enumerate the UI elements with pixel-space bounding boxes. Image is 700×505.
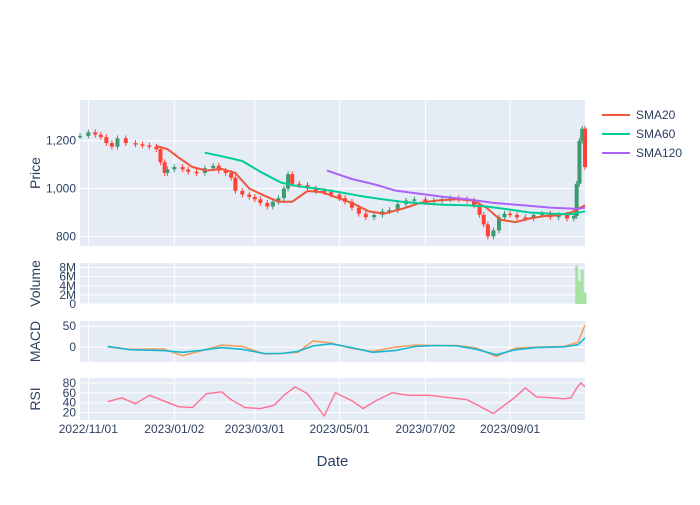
price-ytick-label: 1,000 [46, 182, 76, 196]
candle-body [180, 167, 185, 170]
legend-label: SMA60 [636, 127, 676, 141]
candle-body [233, 177, 238, 191]
candle-body [240, 190, 245, 195]
volume-panel-background [80, 263, 585, 304]
volume-bar [575, 265, 579, 304]
candle-body [252, 196, 257, 200]
candle-body [491, 230, 496, 237]
x-axis-title: Date [317, 453, 349, 470]
candle-body [93, 132, 98, 135]
candle-body [372, 214, 377, 218]
legend-label: SMA120 [636, 146, 682, 160]
candle-body [356, 207, 361, 214]
volume-bar [580, 269, 584, 304]
x-tick-label: 2023/03/01 [225, 422, 285, 436]
candle-body [109, 143, 114, 147]
candle-body [98, 134, 103, 138]
candle-body [194, 171, 199, 174]
candle-body [86, 132, 91, 136]
price-axis-title: Price [27, 157, 43, 189]
candle-body [115, 138, 120, 147]
candle-body [412, 199, 417, 201]
macd-panel-background [80, 321, 585, 362]
candle-body [363, 213, 368, 218]
candle-body [515, 214, 520, 218]
candle-body [123, 138, 128, 144]
x-tick-label: 2023/05/01 [309, 422, 369, 436]
candle-body [281, 188, 286, 199]
candle-body [297, 183, 302, 186]
rsi-ytick-label: 80 [63, 376, 77, 390]
x-tick-label: 2023/07/02 [395, 422, 455, 436]
candle-body [186, 169, 191, 172]
candle-body [564, 214, 569, 219]
candle-body [571, 216, 576, 219]
candle-body [172, 167, 177, 170]
candle-body [502, 213, 507, 218]
candle-body [508, 213, 513, 216]
macd-axis-title: MACD [27, 321, 43, 362]
legend-label: SMA20 [636, 108, 676, 122]
candle-body [286, 174, 291, 189]
candle-body [247, 194, 252, 197]
volume-bar [583, 292, 587, 304]
stock-chart: 8001,0001,200Price02M4M6M8MVolume050MACD… [27, 100, 682, 470]
candle-body [133, 143, 138, 145]
candle-body [485, 224, 490, 237]
candle-body [577, 140, 582, 184]
candle-body [78, 135, 82, 138]
x-tick-label: 2022/11/01 [59, 422, 118, 436]
volume-axis-title: Volume [27, 260, 43, 307]
volume-bar [577, 281, 581, 304]
price-ytick-label: 1,200 [46, 134, 76, 148]
rsi-axis-title: RSI [27, 387, 43, 410]
candle-body [140, 144, 145, 146]
macd-ytick-label: 0 [69, 340, 76, 354]
x-tick-label: 2023/01/02 [144, 422, 204, 436]
candle-body [258, 199, 263, 203]
candle-body [147, 145, 152, 147]
candle-body [265, 202, 270, 207]
macd-ytick-label: 50 [63, 319, 77, 333]
candle-body [583, 128, 587, 168]
candle-body [229, 173, 234, 178]
price-ytick-label: 800 [56, 229, 76, 243]
x-tick-label: 2023/09/01 [480, 422, 540, 436]
chart-root: 800 1,000 1,200 Price 0 2M 4M 6M 8M Volume 0 50 MACD… [0, 0, 700, 500]
candle-body [158, 149, 163, 163]
candle-body [211, 165, 216, 169]
candle-body [290, 174, 295, 184]
candle-body [270, 201, 275, 207]
volume-ytick-label: 8M [59, 261, 76, 275]
candle-body [481, 214, 486, 225]
candle-body [165, 169, 170, 173]
candle-body [104, 137, 109, 144]
